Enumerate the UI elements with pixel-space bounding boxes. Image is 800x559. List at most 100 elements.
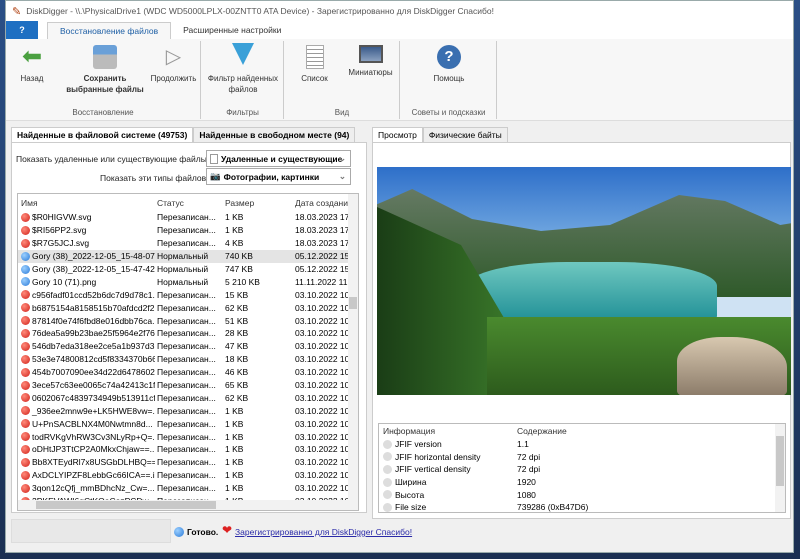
col-content[interactable]: Содержание	[513, 426, 643, 436]
help-menu-label: ?	[19, 25, 25, 35]
file-status: Перезаписан...	[157, 212, 216, 223]
col-status[interactable]: Статус	[155, 198, 223, 208]
list-vertical-scrollbar[interactable]	[348, 194, 358, 510]
file-row[interactable]: Gory 10 (71).png Нормальный 5 210 KB 11.11.…	[18, 275, 358, 288]
file-row[interactable]: $R7G5JCJ.svg Перезаписан... 4 KB 18.03.2023…	[18, 237, 358, 250]
file-status: Перезаписан...	[157, 418, 216, 429]
info-row[interactable]: JFIF vertical density 72 dpi	[379, 463, 785, 476]
help-button[interactable]: ? Помощь	[421, 45, 477, 84]
file-name: _936ee2mnw9e+LK5HWE8vw=...	[32, 405, 155, 416]
filter2-value: Фотографии, картинки	[223, 171, 320, 182]
info-row[interactable]: JFIF version 1.1	[379, 438, 785, 451]
deleted-file-icon	[21, 290, 30, 300]
info-scroll-thumb[interactable]	[776, 436, 784, 486]
deleted-existing-dropdown[interactable]: Удаленные и существующие ⌄	[206, 150, 351, 167]
file-types-dropdown[interactable]: 📷 Фотографии, картинки ⌄	[206, 168, 351, 185]
file-list: Имя Статус Размер Дата создания $R0HIGVW…	[17, 193, 359, 511]
col-info[interactable]: Информация	[379, 426, 513, 436]
file-size: 65 KB	[225, 380, 249, 391]
tab-physical-bytes[interactable]: Физические байты	[422, 127, 508, 142]
hscroll-thumb[interactable]	[36, 501, 216, 509]
file-status: Перезаписан...	[157, 380, 216, 391]
file-name-cell: c956fadf01ccd52b6dc7d9d78c1...	[18, 290, 155, 300]
file-row[interactable]: 3ece57c63ee0065c74a42413c1f... Перезаписа…	[18, 379, 358, 392]
file-status: Перезаписан...	[157, 457, 216, 468]
back-button[interactable]: ⬅ Назад	[12, 45, 52, 84]
save-label: Сохранить выбранные файлы	[66, 74, 144, 94]
file-row[interactable]: 76dea5a99b23bae25f5964e2f76... Перезаписа…	[18, 327, 358, 340]
status-empty-field	[11, 519, 171, 543]
file-name-cell: U+PnSACBLNX4M0Nwtmn8d...	[18, 419, 155, 429]
file-row[interactable]: c956fadf01ccd52b6dc7d9d78c1... Перезаписа…	[18, 288, 358, 301]
file-name-cell: 0602067c4839734949b513911cf...	[18, 393, 155, 403]
file-date: 11.11.2022 11:3	[295, 276, 351, 287]
save-selected-button[interactable]: Сохранить выбранные файлы	[61, 45, 149, 95]
deleted-file-icon	[21, 341, 30, 351]
registered-link[interactable]: Зарегистрированно для DiskDigger Спасибо…	[235, 527, 412, 537]
info-row[interactable]: Высота 1080	[379, 488, 785, 501]
col-date[interactable]: Дата создания	[293, 198, 351, 208]
filter-button[interactable]: Фильтр найденных файлов	[207, 43, 279, 95]
file-row[interactable]: 53e3e74800812cd5f8334370b66... Перезаписа…	[18, 353, 358, 366]
tab-advanced-settings[interactable]: Расширенные настройки	[171, 22, 293, 39]
col-size[interactable]: Размер	[223, 198, 293, 208]
help-menu-button[interactable]: ?	[6, 21, 38, 39]
status-bar: Готово. ❤ Зарегистрированно для DiskDigg…	[6, 513, 793, 553]
file-row[interactable]: $R0HIGVW.svg Перезаписан... 1 KB 18.03.2023…	[18, 211, 358, 224]
file-row[interactable]: Gory (38)_2022-12-05_15-47-42.... Нормаль…	[18, 263, 358, 276]
list-horizontal-scrollbar[interactable]	[18, 500, 358, 510]
list-label: Список	[301, 74, 328, 83]
file-status: Перезаписан...	[157, 315, 216, 326]
info-row[interactable]: JFIF horizontal density 72 dpi	[379, 451, 785, 464]
file-row[interactable]: U+PnSACBLNX4M0Nwtmn8d... Перезаписан... 1 …	[18, 417, 358, 430]
file-row[interactable]: AxDCLYIPZF8LebbGc66ICA==.i... Перезаписан…	[18, 469, 358, 482]
deleted-file-icon	[21, 483, 30, 493]
info-header: Информация Содержание	[379, 424, 785, 438]
continue-button[interactable]: ▷ Продолжить	[146, 45, 201, 84]
tab-filesystem[interactable]: Найденные в файловой системе (49753)	[11, 127, 194, 142]
file-status: Перезаписан...	[157, 328, 216, 339]
file-row[interactable]: todRVKgVhRW3Cv3NLyRp+Q=... Перезаписан...…	[18, 430, 358, 443]
file-date: 03.10.2022 10:5	[295, 483, 351, 494]
file-row[interactable]: 87814f0e74f6fbd8e016dbb76ca... Перезаписа…	[18, 314, 358, 327]
col-name[interactable]: Имя	[18, 198, 155, 208]
deleted-file-icon	[21, 225, 30, 235]
file-row[interactable]: 546db7eda318ee2ce5a1b937d3... Перезаписан…	[18, 340, 358, 353]
info-scrollbar[interactable]	[775, 424, 785, 512]
file-row[interactable]: $RI56PP2.svg Перезаписан... 1 KB 18.03.2023…	[18, 224, 358, 237]
file-size: 1 KB	[225, 418, 244, 429]
filter2-label: Показать эти типы файлов:	[100, 173, 209, 183]
file-name-cell: 3ece57c63ee0065c74a42413c1f...	[18, 380, 155, 390]
file-size: 62 KB	[225, 392, 249, 403]
info-row[interactable]: File size 739286 (0xB47D6)	[379, 501, 785, 514]
file-row[interactable]: Gory (38)_2022-12-05_15-48-07.... Нормаль…	[18, 249, 358, 263]
file-name-cell: 76dea5a99b23bae25f5964e2f76...	[18, 328, 155, 338]
status-ready: Готово.	[187, 527, 219, 537]
file-name-cell: $R7G5JCJ.svg	[18, 238, 155, 248]
preview-image	[377, 167, 791, 395]
file-size: 28 KB	[225, 328, 249, 339]
file-row[interactable]: _936ee2mnw9e+LK5HWE8vw=... Перезаписан...…	[18, 404, 358, 417]
file-row[interactable]: Bb8XTEydRl7x8USGbDLHBQ==... Перезаписан..…	[18, 456, 358, 469]
file-row[interactable]: 0602067c4839734949b513911cf... Перезаписа…	[18, 391, 358, 404]
file-size: 15 KB	[225, 289, 249, 300]
thumbnails-view-button[interactable]: Миниатюры	[343, 45, 398, 78]
file-row[interactable]: oDHtJP3TtCP2A0MkxChjaw==... Перезаписан..…	[18, 443, 358, 456]
tab-free-space[interactable]: Найденные в свободном месте (94)	[193, 127, 356, 142]
scroll-thumb[interactable]	[349, 297, 357, 309]
deleted-file-icon	[21, 406, 30, 416]
file-row[interactable]: 454b7007090ee34d22d6478602e... Перезаписа…	[18, 366, 358, 379]
file-date: 05.12.2022 15:4	[295, 251, 351, 262]
info-row[interactable]: Ширина 1920	[379, 476, 785, 489]
info-value: 739286 (0xB47D6)	[517, 502, 589, 513]
file-row[interactable]: 3qon12cQfj_mmBDhcNz_Cw=... Перезаписан...…	[18, 482, 358, 495]
tab-file-recovery[interactable]: Восстановление файлов	[47, 22, 172, 39]
list-view-button[interactable]: Список	[297, 45, 332, 84]
file-date: 03.10.2022 10:5	[295, 367, 351, 378]
tab-preview[interactable]: Просмотр	[372, 127, 423, 142]
diskdigger-window: ✎ DiskDigger - \\.\PhysicalDrive1 (WDC W…	[5, 0, 794, 553]
file-name: 0602067c4839734949b513911cf...	[32, 392, 155, 403]
existing-file-icon	[21, 264, 30, 274]
info-value: 1080	[517, 489, 536, 500]
file-row[interactable]: b6875154a8158515b70afdcd2f2... Перезаписа…	[18, 301, 358, 314]
